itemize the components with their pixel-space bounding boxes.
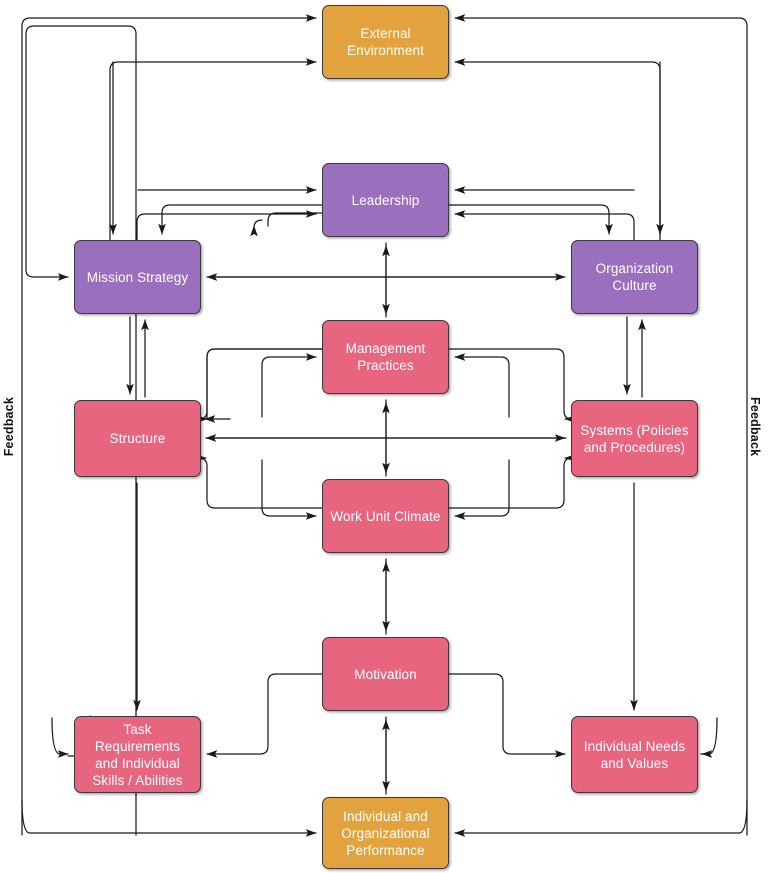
wire-mgmt-to-systems bbox=[448, 348, 576, 423]
node-label: Management Practices bbox=[345, 341, 426, 373]
node-label: Task Requirements and Individual Skills … bbox=[92, 721, 183, 788]
wire-climate-to-systems bbox=[448, 454, 576, 509]
node-label: Systems (Policies and Procedures) bbox=[580, 422, 689, 455]
wire-climate-to-structure bbox=[195, 454, 323, 509]
node-label: Mission Strategy bbox=[86, 269, 189, 285]
node-work-unit-climate[interactable]: Work Unit Climate bbox=[322, 479, 449, 553]
diagram-canvas: External Environment Leadership Mission St… bbox=[0, 0, 769, 873]
wire-leadership-drop-culture bbox=[448, 204, 613, 235]
wire-mgmt-to-structure bbox=[196, 348, 323, 423]
node-label: Leadership bbox=[351, 192, 420, 208]
node-external-environment[interactable]: External Environment bbox=[322, 5, 449, 79]
wire-leadership-drop-mission bbox=[158, 204, 323, 235]
wire-task-to-motivation-head bbox=[51, 717, 69, 758]
node-motivation[interactable]: Motivation bbox=[322, 637, 449, 711]
node-label: Motivation bbox=[354, 666, 417, 682]
wire-structure-to-climate bbox=[261, 459, 317, 520]
node-mission-strategy[interactable]: Mission Strategy bbox=[74, 240, 201, 314]
wire-leadership-to-mission bbox=[250, 219, 263, 237]
wire-mgmt-to-structure-fix bbox=[206, 348, 323, 420]
wire-culture-to-leadership bbox=[454, 210, 635, 241]
wire-motivation-to-task bbox=[206, 673, 323, 758]
wire-culture-to-external bbox=[454, 58, 661, 241]
node-individual-needs[interactable]: Individual Needs and Values bbox=[571, 716, 698, 793]
node-label: Structure bbox=[109, 431, 166, 446]
wire-mission-to-leadership bbox=[136, 210, 317, 241]
node-label: Individual Needs and Values bbox=[583, 738, 686, 771]
node-label: Individual and Organizational Performanc… bbox=[341, 808, 430, 858]
node-individual-organizational-performance[interactable]: Individual and Organizational Performanc… bbox=[322, 797, 449, 869]
wire-structure-to-mgmt bbox=[261, 353, 317, 418]
feedback-label-right: Feedback bbox=[748, 397, 762, 457]
node-leadership[interactable]: Leadership bbox=[322, 163, 449, 237]
wire-left-lane-to-performance bbox=[21, 799, 317, 837]
node-label: External Environment bbox=[347, 26, 424, 58]
node-systems[interactable]: Systems (Policies and Procedures) bbox=[571, 400, 698, 477]
node-structure[interactable]: Structure bbox=[74, 400, 201, 477]
node-label: Work Unit Climate bbox=[330, 508, 441, 524]
node-management-practices[interactable]: Management Practices bbox=[322, 320, 449, 394]
feedback-label-left: Feedback bbox=[2, 397, 16, 457]
wire-systems-to-climate bbox=[454, 459, 510, 520]
wire-right-lane-to-performance bbox=[454, 799, 748, 837]
wire-systems-to-mgmt bbox=[454, 353, 510, 418]
wire-mission-to-external bbox=[109, 58, 317, 241]
wire-needs-to-motivation bbox=[700, 717, 718, 755]
node-organization-culture[interactable]: Organization Culture bbox=[571, 240, 698, 314]
wire-motivation-to-needs bbox=[448, 673, 566, 758]
node-task-requirements[interactable]: Task Requirements and Individual Skills … bbox=[74, 716, 201, 793]
wire-leadership-down-mission bbox=[267, 212, 323, 227]
node-label: Organization Culture bbox=[595, 261, 674, 293]
